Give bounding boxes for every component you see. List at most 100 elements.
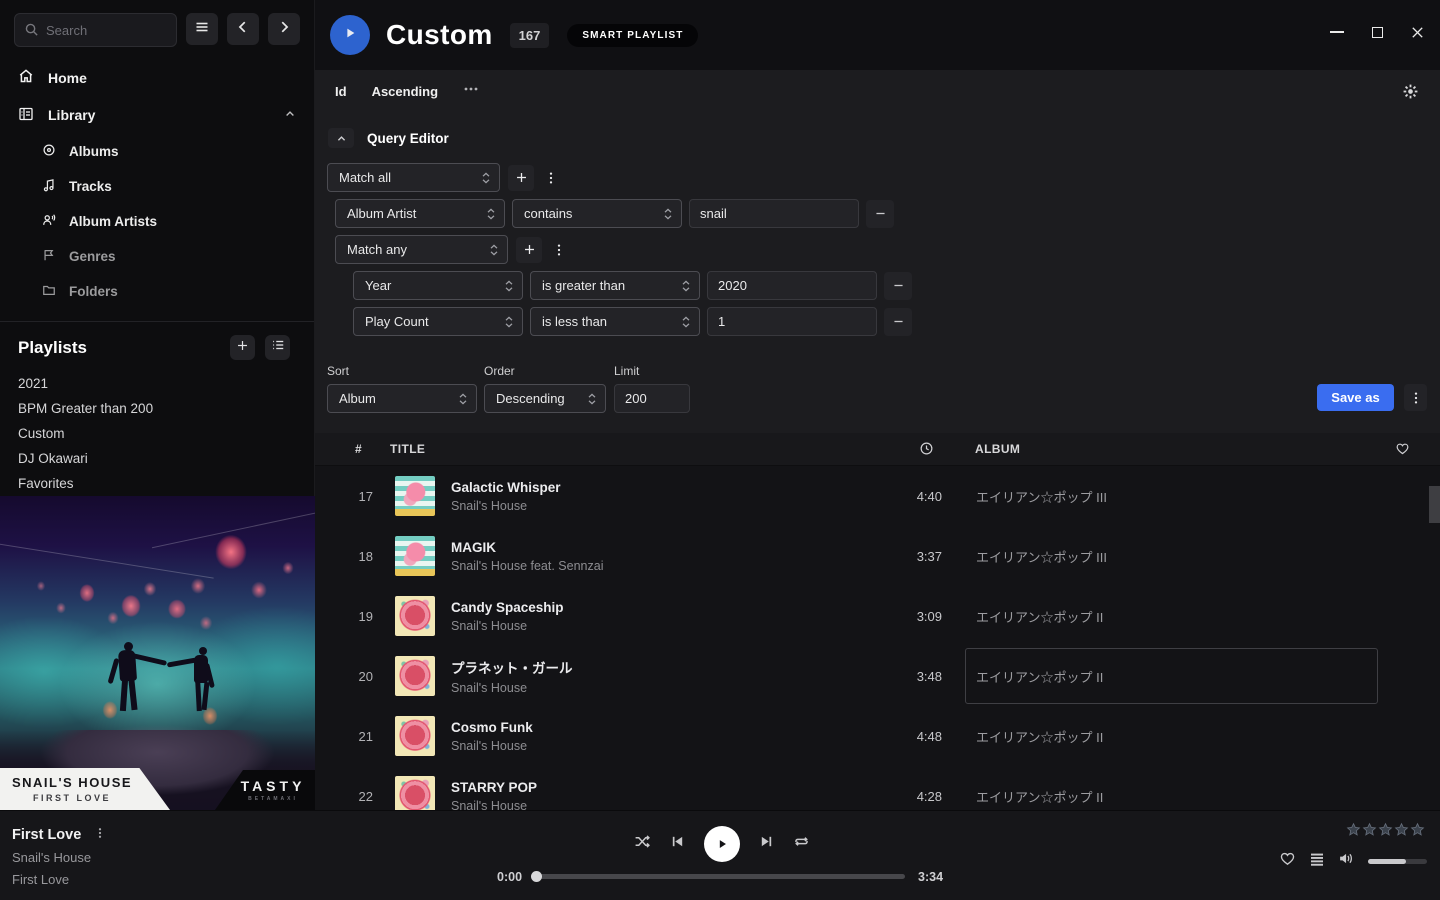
track-row[interactable]: 22 STARRY POP Snail's House 4:28 エイリアン☆ポ… — [315, 766, 1440, 810]
rule-value-input[interactable] — [707, 307, 877, 336]
chevron-up-icon[interactable] — [284, 107, 296, 123]
sidebar-item-folders[interactable]: Folders — [0, 274, 314, 309]
collapse-query-editor-button[interactable] — [328, 128, 354, 148]
menu-button[interactable] — [186, 13, 218, 45]
rule-value-input[interactable] — [707, 271, 877, 300]
column-title[interactable]: TITLE — [390, 442, 425, 456]
order-select[interactable]: Descending — [484, 384, 606, 413]
track-row[interactable]: 17 Galactic Whisper Snail's House 4:40 エ… — [315, 466, 1440, 526]
playlist-list-button[interactable] — [265, 335, 290, 360]
track-row[interactable]: 21 Cosmo Funk Snail's House 4:48 エイリアン☆ポ… — [315, 706, 1440, 766]
close-button[interactable] — [1409, 24, 1425, 40]
now-playing-artist[interactable]: Snail's House — [12, 850, 106, 865]
add-playlist-button[interactable] — [230, 335, 255, 360]
favorite-heart-icon[interactable] — [1279, 850, 1296, 872]
star-icon[interactable] — [1378, 822, 1393, 842]
volume-slider[interactable] — [1368, 859, 1427, 864]
previous-button[interactable] — [670, 834, 685, 854]
rule-value-input[interactable] — [689, 199, 859, 228]
sidebar-item-tracks[interactable]: Tracks — [0, 169, 314, 204]
clock-icon[interactable] — [919, 441, 934, 459]
column-index[interactable]: # — [355, 442, 362, 456]
volume-icon[interactable] — [1338, 850, 1355, 872]
track-row[interactable]: 19 Candy Spaceship Snail's House 3:09 エイ… — [315, 586, 1440, 646]
track-artist[interactable]: Snail's House feat. Sennzai — [451, 559, 855, 573]
track-artist[interactable]: Snail's House — [451, 499, 855, 513]
track-album-cell[interactable]: エイリアン☆ポップ II — [965, 648, 1378, 704]
add-rule-button[interactable] — [508, 165, 534, 191]
save-options-button[interactable] — [1404, 384, 1427, 411]
now-playing-title[interactable]: First Love — [12, 827, 81, 843]
track-album-cell[interactable]: エイリアン☆ポップ II — [965, 768, 1378, 810]
more-options-button[interactable] — [463, 81, 479, 102]
limit-input[interactable] — [614, 384, 690, 413]
group-options-button[interactable] — [549, 237, 569, 263]
track-cover-thumbnail[interactable] — [395, 596, 435, 636]
playlist-item[interactable]: Favorites — [0, 471, 314, 496]
repeat-button[interactable] — [793, 833, 810, 855]
track-title[interactable]: MAGIK — [451, 540, 855, 555]
now-playing-album[interactable]: First Love — [12, 872, 106, 887]
track-album-cell[interactable]: エイリアン☆ポップ III — [965, 468, 1378, 524]
match-type-select[interactable]: Match any — [335, 235, 508, 264]
seek-bar[interactable] — [535, 874, 905, 879]
minimize-button[interactable] — [1329, 24, 1345, 40]
sort-order-button[interactable]: Ascending — [372, 84, 438, 99]
sidebar-item-library[interactable]: Library — [0, 97, 314, 135]
track-cover-thumbnail[interactable] — [395, 656, 435, 696]
track-artist[interactable]: Snail's House — [451, 619, 855, 633]
track-album-cell[interactable]: エイリアン☆ポップ II — [965, 588, 1378, 644]
star-icon[interactable] — [1394, 822, 1409, 842]
nav-back-button[interactable] — [227, 13, 259, 45]
star-icon[interactable] — [1362, 822, 1377, 842]
queue-icon[interactable] — [1309, 851, 1325, 872]
save-as-button[interactable]: Save as — [1317, 384, 1394, 411]
maximize-button[interactable] — [1369, 24, 1385, 40]
sort-field-button[interactable]: Id — [335, 84, 347, 99]
shuffle-button[interactable] — [634, 833, 651, 855]
track-row[interactable]: 18 MAGIK Snail's House feat. Sennzai 3:3… — [315, 526, 1440, 586]
track-title[interactable]: Candy Spaceship — [451, 600, 855, 615]
track-row[interactable]: 20 プラネット・ガール Snail's House 3:48 エイリアン☆ポッ… — [315, 646, 1440, 706]
track-cover-thumbnail[interactable] — [395, 716, 435, 756]
rule-operator-select[interactable]: is less than — [530, 307, 700, 336]
rule-field-select[interactable]: Play Count — [353, 307, 523, 336]
sidebar-item-albums[interactable]: Albums — [0, 134, 314, 169]
next-button[interactable] — [759, 834, 774, 854]
track-artist[interactable]: Snail's House — [451, 799, 855, 811]
playlist-item[interactable]: BPM Greater than 200 — [0, 396, 314, 421]
track-title[interactable]: Galactic Whisper — [451, 480, 855, 495]
track-artist[interactable]: Snail's House — [451, 681, 855, 695]
sidebar-item-home[interactable]: Home — [0, 59, 314, 97]
heart-icon[interactable] — [1395, 441, 1410, 459]
group-options-button[interactable] — [541, 165, 561, 191]
gear-icon[interactable] — [1402, 83, 1419, 105]
rule-operator-select[interactable]: is greater than — [530, 271, 700, 300]
playlist-item[interactable]: Custom — [0, 421, 314, 446]
track-artist[interactable]: Snail's House — [451, 739, 855, 753]
remove-rule-button[interactable] — [866, 200, 894, 228]
rule-field-select[interactable]: Year — [353, 271, 523, 300]
sidebar-item-genres[interactable]: Genres — [0, 239, 314, 274]
track-album-cell[interactable]: エイリアン☆ポップ II — [965, 708, 1378, 764]
track-cover-thumbnail[interactable] — [395, 536, 435, 576]
remove-rule-button[interactable] — [884, 308, 912, 336]
match-type-select[interactable]: Match all — [327, 163, 500, 192]
star-icon[interactable] — [1410, 822, 1425, 842]
playlist-item[interactable]: DJ Okawari — [0, 446, 314, 471]
track-cover-thumbnail[interactable] — [395, 776, 435, 810]
playlist-item[interactable]: 2021 — [0, 371, 314, 396]
sidebar-item-album-artists[interactable]: Album Artists — [0, 204, 314, 239]
nav-forward-button[interactable] — [268, 13, 300, 45]
track-cover-thumbnail[interactable] — [395, 476, 435, 516]
play-playlist-button[interactable] — [330, 15, 370, 55]
now-playing-album-art[interactable]: SNAIL'S HOUSE FIRST LOVE TASTY BETAMAXI — [0, 496, 315, 810]
track-title[interactable]: Cosmo Funk — [451, 720, 855, 735]
rule-field-select[interactable]: Album Artist — [335, 199, 505, 228]
remove-rule-button[interactable] — [884, 272, 912, 300]
scrollbar-thumb[interactable] — [1429, 486, 1440, 523]
track-title[interactable]: プラネット・ガール — [451, 657, 855, 677]
column-album[interactable]: ALBUM — [975, 442, 1020, 456]
seek-handle[interactable] — [531, 871, 542, 882]
track-album-cell[interactable]: エイリアン☆ポップ III — [965, 528, 1378, 584]
